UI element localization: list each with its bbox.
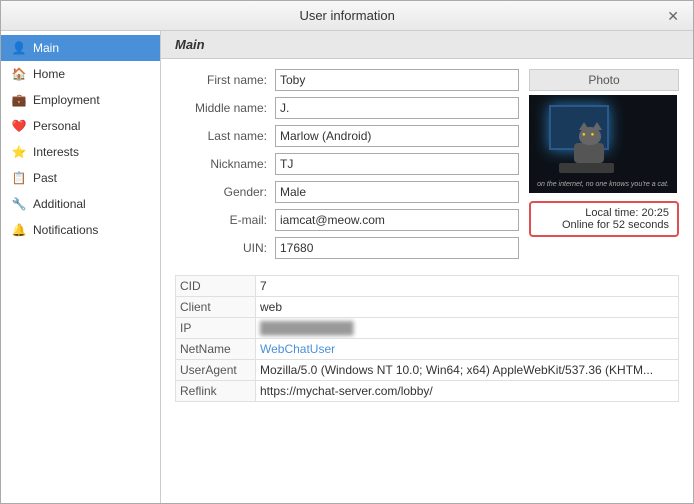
form-input-6[interactable] <box>275 237 519 259</box>
ip-value: ███████████ <box>260 321 354 335</box>
cat-eyes: ●● <box>582 132 599 138</box>
form-input-2[interactable] <box>275 125 519 147</box>
info-value-3: WebChatUser <box>256 339 679 360</box>
info-value-0: 7 <box>256 276 679 297</box>
table-row: CID7 <box>176 276 679 297</box>
sidebar-label-additional: Additional <box>33 197 86 211</box>
cat-ear-left <box>579 122 589 130</box>
form-fields: First name: Middle name: Last name: Nicknam… <box>175 69 519 265</box>
status-line1: Local time: 20:25 <box>539 207 669 219</box>
info-key-0: CID <box>176 276 256 297</box>
info-value-1: web <box>256 297 679 318</box>
form-row: Nickname: <box>175 153 519 175</box>
sidebar-item-personal[interactable]: ❤️ Personal <box>1 113 160 139</box>
info-value-5: https://mychat-server.com/lobby/ <box>256 381 679 402</box>
info-key-3: NetName <box>176 339 256 360</box>
sidebar-item-home[interactable]: 🏠 Home <box>1 61 160 87</box>
notifications-icon: 🔔 <box>11 222 27 238</box>
table-row: IP ███████████ <box>176 318 679 339</box>
form-input-3[interactable] <box>275 153 519 175</box>
info-value-2: ███████████ <box>256 318 679 339</box>
form-input-5[interactable] <box>275 209 519 231</box>
employment-icon: 💼 <box>11 92 27 108</box>
cat-image: ●● on the internet, no one knows you're … <box>529 95 677 193</box>
sidebar-item-additional[interactable]: 🔧 Additional <box>1 191 160 217</box>
form-label-0: First name: <box>175 73 275 87</box>
window-title: User information <box>31 8 663 23</box>
form-label-6: UIN: <box>175 241 275 255</box>
main-panel: Main First name: Middle name: Last name: Ni… <box>161 31 693 503</box>
form-input-1[interactable] <box>275 97 519 119</box>
form-row: Middle name: <box>175 97 519 119</box>
table-row: NetName WebChatUser <box>176 339 679 360</box>
interests-icon: ⭐ <box>11 144 27 160</box>
main-icon: 👤 <box>11 40 27 56</box>
panel-title: Main <box>161 31 693 59</box>
sidebar-item-past[interactable]: 📋 Past <box>1 165 160 191</box>
panel-body: First name: Middle name: Last name: Nicknam… <box>161 59 693 412</box>
form-area: First name: Middle name: Last name: Nicknam… <box>175 69 679 265</box>
info-key-5: Reflink <box>176 381 256 402</box>
title-bar: User information ✕ <box>1 1 693 31</box>
keyboard <box>559 163 614 173</box>
form-row: UIN: <box>175 237 519 259</box>
sidebar-label-employment: Employment <box>33 93 100 107</box>
user-info-window: User information ✕ 👤 Main 🏠 Home 💼 Employment… <box>0 0 694 504</box>
sidebar-item-interests[interactable]: ⭐ Interests <box>1 139 160 165</box>
additional-icon: 🔧 <box>11 196 27 212</box>
sidebar-item-employment[interactable]: 💼 Employment <box>1 87 160 113</box>
form-input-0[interactable] <box>275 69 519 91</box>
photo-label: Photo <box>529 69 679 91</box>
form-row: First name: <box>175 69 519 91</box>
form-label-4: Gender: <box>175 185 275 199</box>
form-row: Gender: <box>175 181 519 203</box>
home-icon: 🏠 <box>11 66 27 82</box>
table-row: Reflinkhttps://mychat-server.com/lobby/ <box>176 381 679 402</box>
sidebar-label-past: Past <box>33 171 57 185</box>
netname-value: WebChatUser <box>260 342 335 356</box>
form-input-4[interactable] <box>275 181 519 203</box>
past-icon: 📋 <box>11 170 27 186</box>
scene-caption: on the internet, no one knows you're a c… <box>531 181 675 188</box>
form-row: Last name: <box>175 125 519 147</box>
cat-body <box>574 143 604 163</box>
info-key-4: UserAgent <box>176 360 256 381</box>
status-line2: Online for 52 seconds <box>539 219 669 231</box>
sidebar-label-main: Main <box>33 41 59 55</box>
cat-ear-right <box>592 122 602 130</box>
sidebar-label-interests: Interests <box>33 145 79 159</box>
sidebar-label-notifications: Notifications <box>33 223 98 237</box>
close-button[interactable]: ✕ <box>663 9 683 23</box>
info-key-1: Client <box>176 297 256 318</box>
form-label-3: Nickname: <box>175 157 275 171</box>
form-row: E-mail: <box>175 209 519 231</box>
personal-icon: ❤️ <box>11 118 27 134</box>
form-label-5: E-mail: <box>175 213 275 227</box>
photo-area: Photo ●● on the internet, no one knows y… <box>529 69 679 265</box>
content-area: 👤 Main 🏠 Home 💼 Employment ❤️ Personal ⭐ Interest… <box>1 31 693 503</box>
form-label-1: Middle name: <box>175 101 275 115</box>
info-key-2: IP <box>176 318 256 339</box>
table-row: UserAgentMozilla/5.0 (Windows NT 10.0; W… <box>176 360 679 381</box>
status-box: Local time: 20:25 Online for 52 seconds <box>529 201 679 237</box>
form-label-2: Last name: <box>175 129 275 143</box>
sidebar-item-notifications[interactable]: 🔔 Notifications <box>1 217 160 243</box>
info-table: CID7ClientwebIP ███████████ NetName WebChat… <box>175 275 679 402</box>
sidebar-item-main[interactable]: 👤 Main <box>1 35 160 61</box>
sidebar-label-personal: Personal <box>33 119 80 133</box>
info-value-4: Mozilla/5.0 (Windows NT 10.0; Win64; x64… <box>256 360 679 381</box>
sidebar: 👤 Main 🏠 Home 💼 Employment ❤️ Personal ⭐ Interest… <box>1 31 161 503</box>
sidebar-label-home: Home <box>33 67 65 81</box>
table-row: Clientweb <box>176 297 679 318</box>
